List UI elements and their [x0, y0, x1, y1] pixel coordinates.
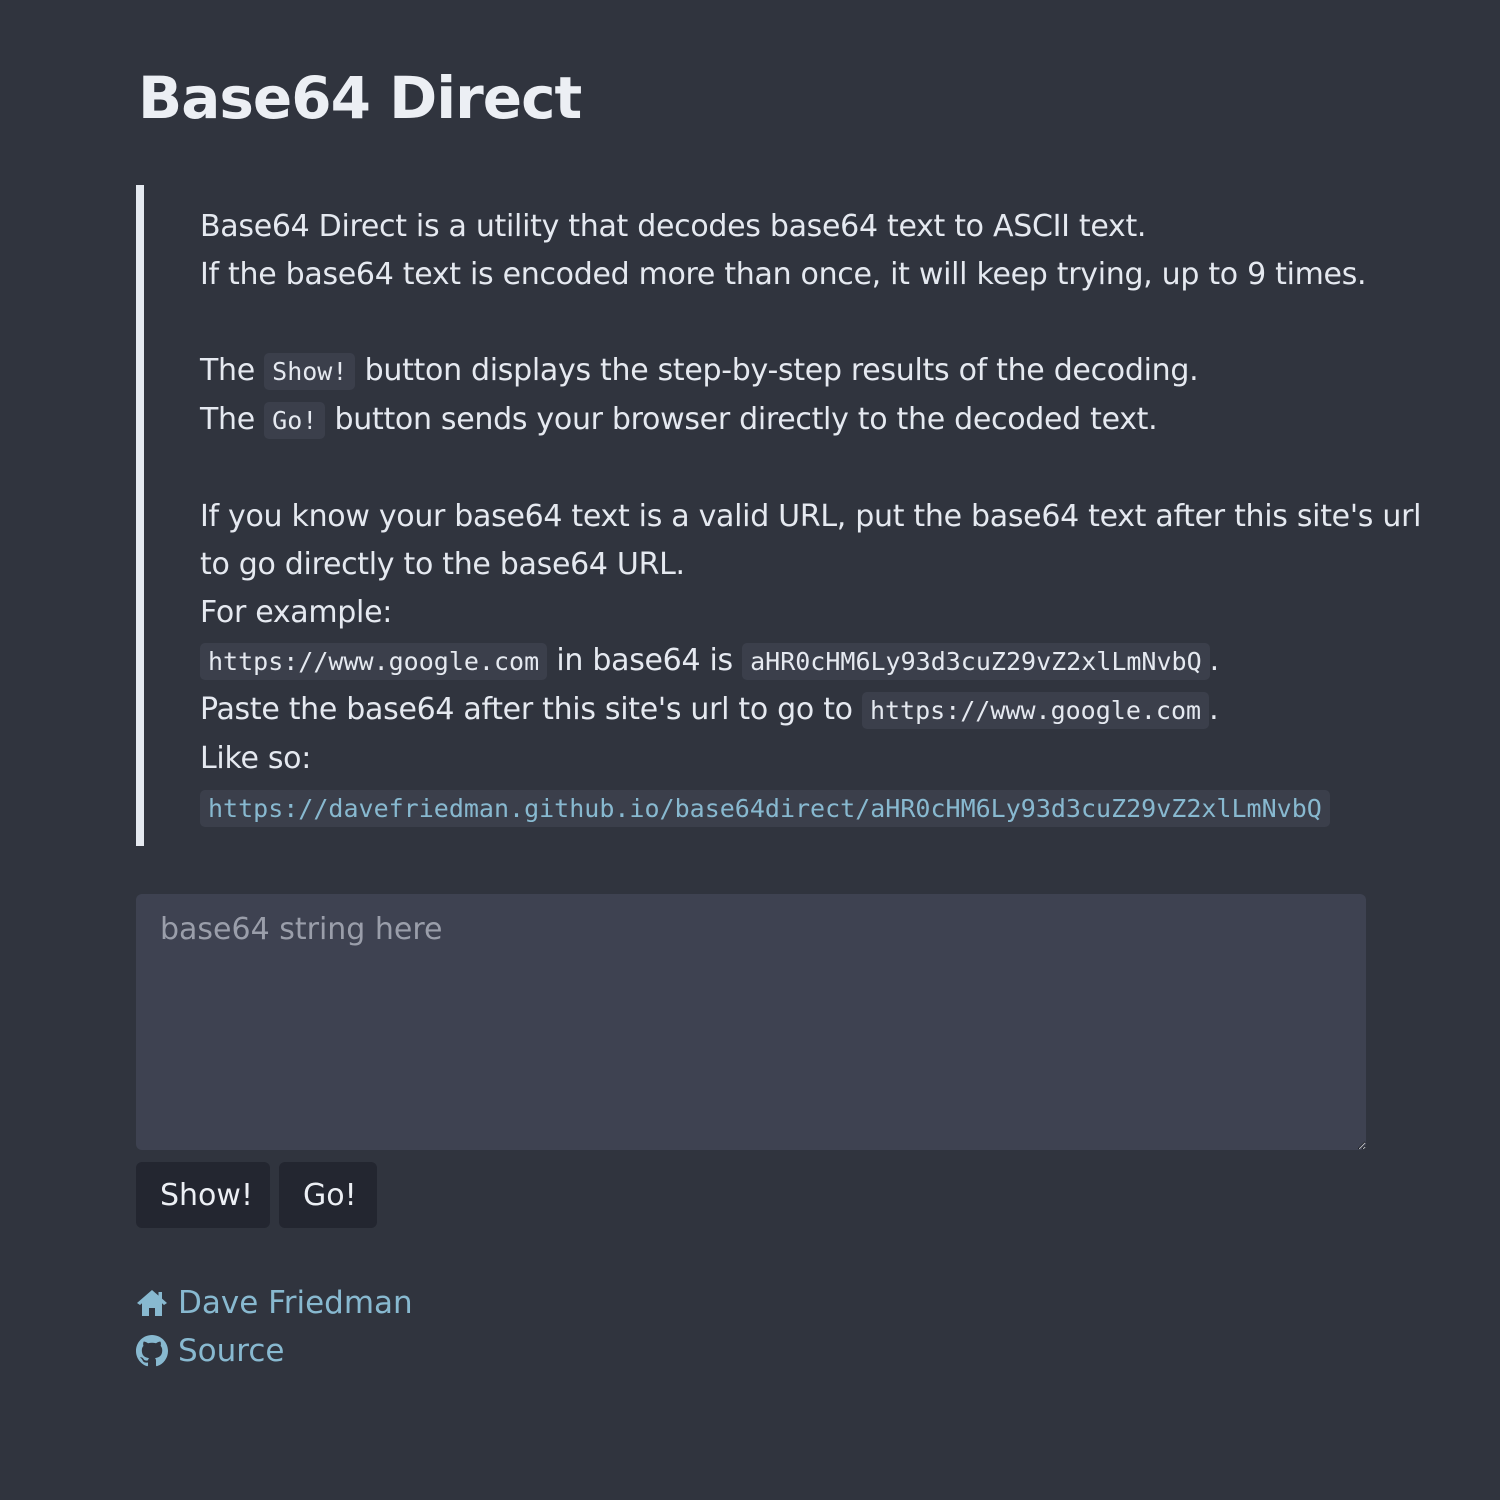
show-code: Show!	[264, 353, 356, 390]
home-link[interactable]: Dave Friedman	[136, 1283, 413, 1323]
example-link[interactable]: https://davefriedman.github.io/base64dir…	[200, 790, 1330, 827]
google-url-code-2: https://www.google.com	[861, 692, 1210, 729]
description-line-6: to go directly to the base64 URL.	[200, 547, 685, 582]
go-button[interactable]: Go!	[279, 1162, 377, 1228]
description-line-3: The Show! button displays the step-by-st…	[200, 353, 1199, 390]
google-url-code: https://www.google.com	[200, 643, 548, 680]
github-icon	[136, 1335, 168, 1367]
home-icon	[137, 1290, 167, 1316]
show-button[interactable]: Show!	[136, 1162, 270, 1228]
source-link-label: Source	[178, 1333, 285, 1369]
description-line-4: The Go! button sends your browser direct…	[200, 402, 1158, 439]
description-line-8: https://www.google.com in base64 is aHR0…	[200, 641, 1219, 681]
description-blockquote: Base64 Direct is a utility that decodes …	[136, 185, 1421, 846]
description-line-5: If you know your base64 text is a valid …	[200, 499, 1422, 534]
description-line-10: Like so:	[200, 741, 312, 776]
home-link-label: Dave Friedman	[178, 1285, 413, 1321]
description-line-7: For example:	[200, 595, 393, 630]
description-line-11: https://davefriedman.github.io/base64dir…	[200, 788, 1330, 828]
go-code: Go!	[264, 402, 326, 439]
base64-input[interactable]	[136, 894, 1366, 1150]
base64-code: aHR0cHM6Ly93d3cuZ29vZ2xlLmNvbQ	[742, 643, 1210, 680]
page-title: Base64 Direct	[138, 64, 582, 132]
description-line-1: Base64 Direct is a utility that decodes …	[200, 209, 1147, 244]
source-link[interactable]: Source	[136, 1331, 284, 1371]
description-line-2: If the base64 text is encoded more than …	[200, 257, 1367, 292]
description-line-9: Paste the base64 after this site's url t…	[200, 692, 1219, 729]
